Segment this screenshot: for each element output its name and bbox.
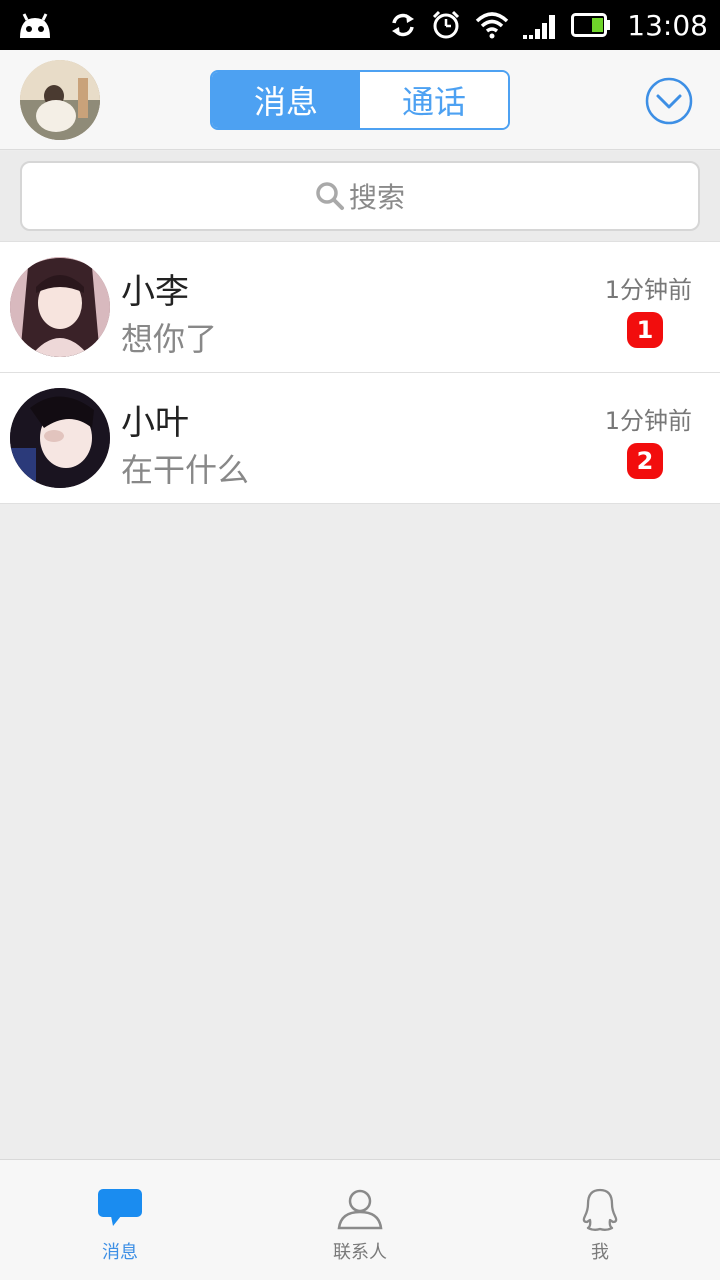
top-header: 消息 通话	[0, 50, 720, 150]
alarm-icon	[433, 10, 460, 39]
contact-person-icon	[337, 1189, 383, 1230]
nav-contacts[interactable]: 联系人	[240, 1160, 480, 1280]
nav-label: 我	[591, 1242, 609, 1263]
message-preview: 想你了	[121, 320, 218, 358]
chat-bubble-icon	[98, 1189, 142, 1226]
conversation-list: 小李 想你了 1分钟前 1 小叶 在干什么 1分钟前 2	[0, 241, 720, 504]
search-icon	[316, 182, 344, 210]
contact-name: 小李	[121, 272, 189, 312]
bottom-nav: 消息 联系人 我	[0, 1159, 720, 1280]
message-time: 1分钟前	[604, 276, 692, 304]
conversation-item[interactable]: 小李 想你了 1分钟前 1	[0, 242, 720, 373]
unread-badge: 1	[627, 312, 663, 348]
avatar-photo	[10, 388, 110, 488]
nav-me[interactable]: 我	[480, 1160, 720, 1280]
avatar	[10, 257, 110, 357]
tab-calls[interactable]: 通话	[360, 72, 508, 128]
avatar	[10, 388, 110, 488]
avatar-photo	[20, 60, 100, 140]
nav-messages[interactable]: 消息	[0, 1160, 240, 1280]
status-time: 13:08	[627, 8, 708, 42]
signal-icon	[523, 15, 556, 39]
status-bar: 13:08	[0, 0, 720, 50]
tab-switcher: 消息 通话	[210, 70, 510, 130]
penguin-icon	[582, 1188, 618, 1231]
chevron-down-circle-icon[interactable]	[645, 77, 693, 125]
nav-label: 消息	[102, 1242, 138, 1263]
contact-name: 小叶	[121, 403, 189, 443]
battery-icon	[571, 13, 611, 37]
my-avatar[interactable]	[20, 60, 100, 140]
conversation-item[interactable]: 小叶 在干什么 1分钟前 2	[0, 373, 720, 504]
search-input[interactable]: 搜索	[20, 161, 700, 231]
message-preview: 在干什么	[121, 451, 250, 489]
avatar-photo	[10, 257, 110, 357]
sync-icon	[392, 13, 415, 37]
tab-messages[interactable]: 消息	[212, 72, 360, 128]
android-robot-icon	[20, 13, 50, 38]
message-time: 1分钟前	[604, 407, 692, 435]
search-placeholder: 搜索	[348, 181, 405, 214]
unread-badge: 2	[627, 443, 663, 479]
wifi-icon	[476, 12, 509, 39]
nav-label: 联系人	[333, 1242, 387, 1263]
search-area: 搜索	[0, 151, 720, 241]
